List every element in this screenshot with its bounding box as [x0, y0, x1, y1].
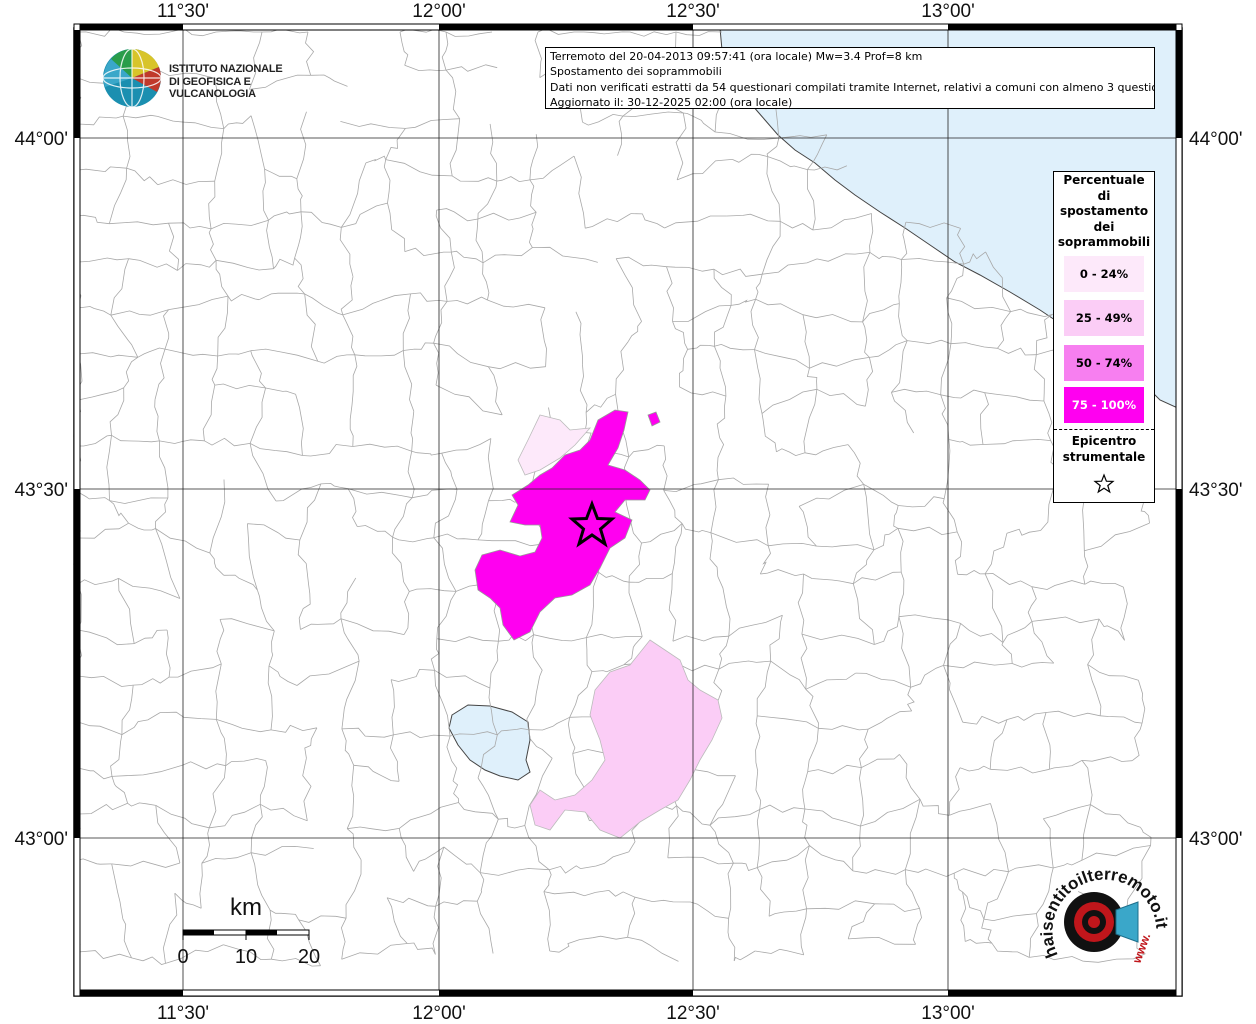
ingv-logo-text: ISTITUTO NAZIONALE DI GEOFISICA E VULCAN… — [169, 63, 321, 101]
legend-class-50-74: 50 - 74% — [1064, 345, 1144, 381]
event-info-line2: Spostamento dei soprammobili — [550, 65, 722, 79]
event-info-line3: Dati non verificati estratti da 54 quest… — [550, 80, 1155, 94]
legend-title-line4: dei — [1093, 219, 1115, 234]
scale-label-20: 20 — [298, 946, 320, 968]
lat-label-right-2: 43°30' — [1189, 480, 1243, 501]
legend-title-line3: spostamento — [1059, 204, 1149, 218]
legend-epicenter-label: Epicentro strumentale — [1054, 434, 1154, 465]
scale-label-0: 0 — [177, 946, 188, 968]
legend-title-line5: soprammobili — [1057, 235, 1151, 249]
lat-label-left-1: 44°00' — [15, 129, 69, 150]
lat-label-left-3: 43°00' — [15, 829, 69, 850]
event-info-line1: Terremoto del 20-04-2013 09:57:41 (ora l… — [550, 50, 923, 63]
legend-epicenter-line2: strumentale — [1062, 449, 1146, 464]
legend-class-75-100: 75 - 100% — [1064, 387, 1144, 423]
scale-unit: km — [230, 894, 262, 921]
legend: Percentuale di spostamento dei soprammob… — [1053, 171, 1155, 503]
legend-class-25-49: 25 - 49% — [1064, 300, 1144, 336]
lon-label-bottom-2: 12°00' — [412, 1003, 466, 1024]
lon-label-bottom-4: 13°00' — [921, 1003, 975, 1024]
star-icon — [1093, 473, 1115, 494]
lon-label-top-2: 12°00' — [412, 1, 466, 22]
legend-separator — [1054, 429, 1154, 430]
lon-label-bottom-1: 11°30' — [157, 1003, 209, 1024]
ingv-logo[interactable]: ISTITUTO NAZIONALE DI GEOFISICA E VULCAN… — [101, 47, 321, 111]
ingv-logo-line1: ISTITUTO NAZIONALE — [169, 63, 283, 75]
legend-epicenter-line1: Epicentro — [1071, 434, 1137, 448]
legend-class-0-24: 0 - 24% — [1064, 256, 1144, 292]
legend-title: Percentuale di spostamento dei soprammob… — [1054, 172, 1154, 251]
event-info-box: Terremoto del 20-04-2013 09:57:41 (ora l… — [545, 47, 1155, 109]
legend-title-line2: di — [1097, 188, 1111, 203]
legend-title-line1: Percentuale — [1063, 173, 1145, 187]
lat-label-right-3: 43°00' — [1189, 829, 1243, 850]
lon-label-top-1: 11°30' — [157, 1, 209, 22]
lon-label-bottom-3: 12°30' — [666, 1003, 720, 1024]
scale-label-10: 10 — [235, 946, 257, 968]
lon-label-top-4: 13°00' — [921, 1, 975, 22]
ingv-logo-line2: DI GEOFISICA E VULCANOLOGIA — [169, 75, 256, 101]
event-info-line4: Aggiornato il: 30-12-2025 02:00 (ora loc… — [550, 95, 793, 109]
lat-label-right-1: 44°00' — [1189, 129, 1243, 150]
ingv-globe-icon — [102, 48, 162, 108]
lon-label-top-3: 12°30' — [666, 1, 720, 22]
haisentitoilterremoto-logo[interactable]: haisentitoilterremoto.it www. — [1036, 860, 1176, 980]
lat-label-left-2: 43°30' — [15, 480, 69, 501]
